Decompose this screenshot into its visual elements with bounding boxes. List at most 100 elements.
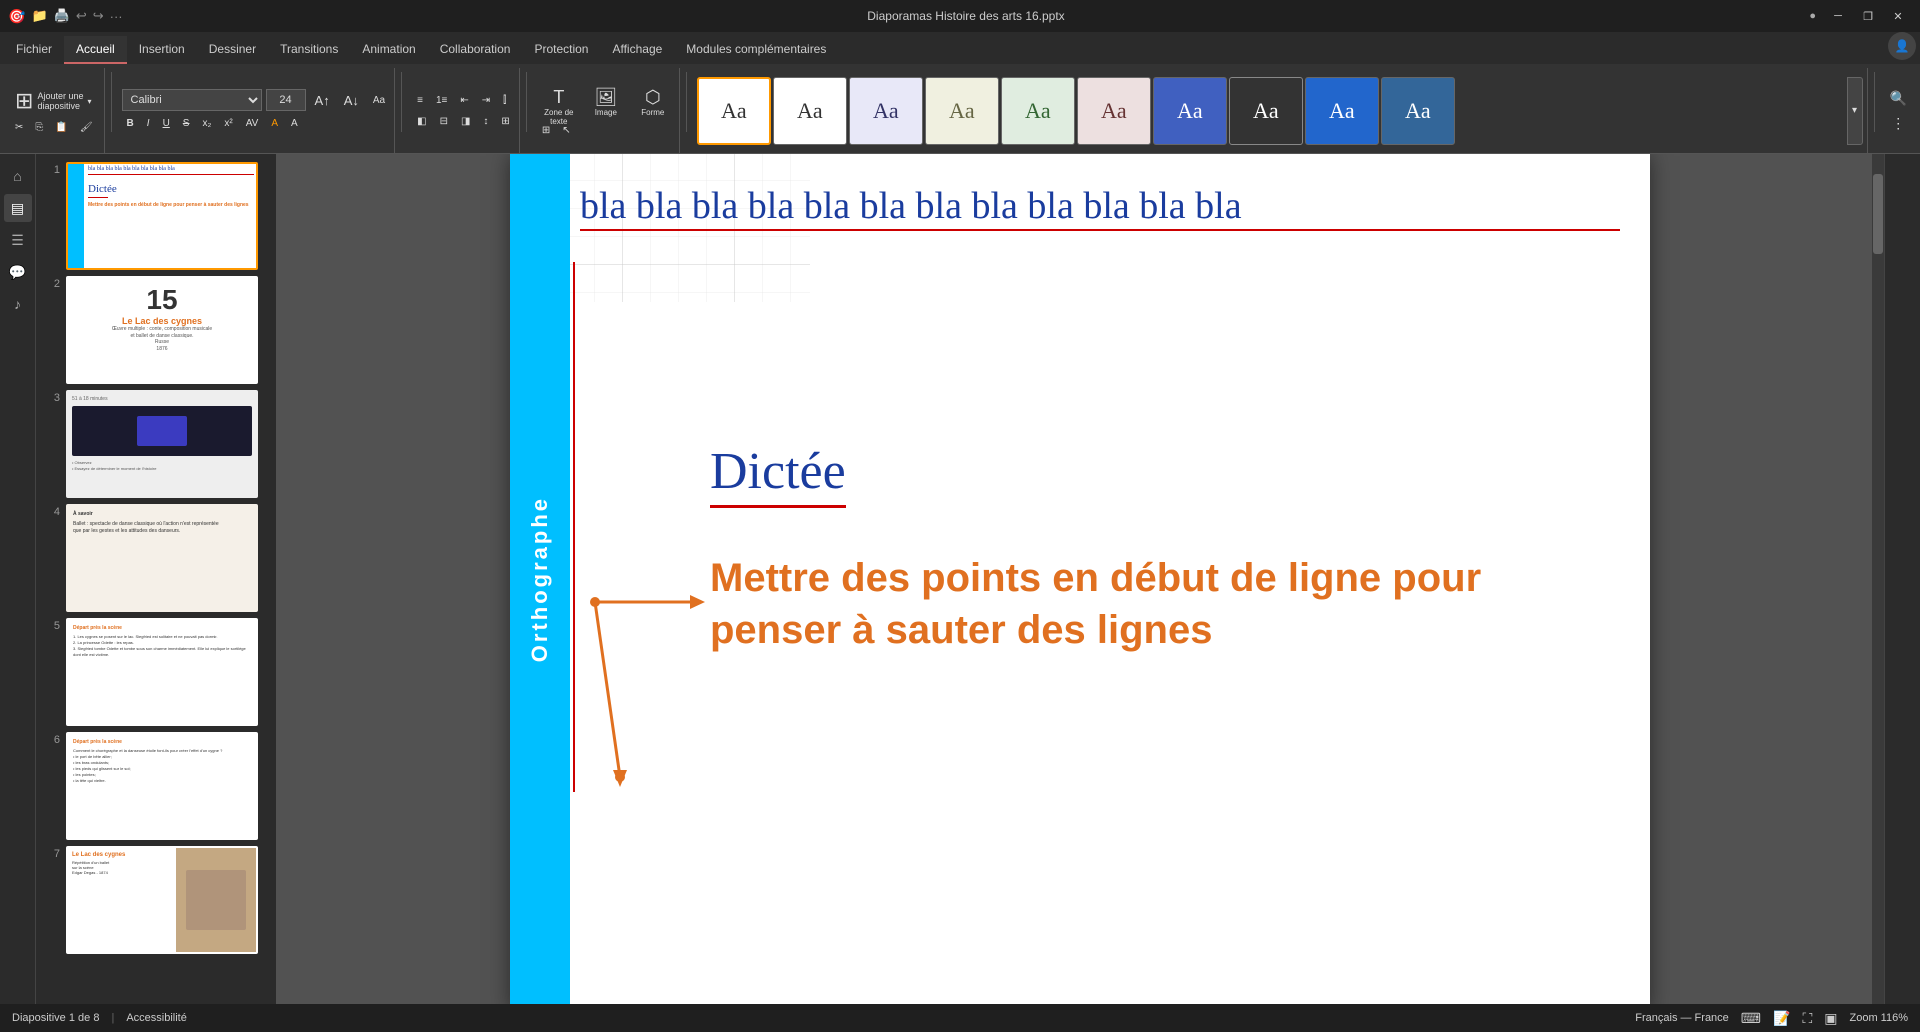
font-spacing-button[interactable]: AV xyxy=(241,115,264,132)
style-box-10[interactable]: Aa xyxy=(1381,77,1455,145)
tab-collaboration[interactable]: Collaboration xyxy=(428,36,523,64)
style-box-3[interactable]: Aa xyxy=(849,77,923,145)
main-area: ⌂ ▤ ☰ 💬 ♪ 1 bla bla bla bla bla bla bla … xyxy=(0,154,1920,1004)
text-direction-button[interactable]: ⊞ xyxy=(496,113,514,130)
nav-home-icon[interactable]: ⌂ xyxy=(4,162,32,190)
nav-slides-icon[interactable]: ▤ xyxy=(4,194,32,222)
keyboard-icon: ⌨ xyxy=(1741,1010,1761,1027)
slide4-label: À savoir xyxy=(73,511,251,518)
format-painter-button[interactable]: 🖌 xyxy=(75,119,98,136)
clear-format-button[interactable]: Aa xyxy=(368,92,390,109)
slide-thumb-4[interactable]: À savoir Ballet : spectacle de danse cla… xyxy=(66,504,258,612)
underline-button[interactable]: U xyxy=(158,115,175,132)
indent-decrease-button[interactable]: ⇤ xyxy=(455,92,473,109)
tab-insertion[interactable]: Insertion xyxy=(127,36,197,64)
superscript-button[interactable]: x² xyxy=(219,115,237,132)
align-left-button[interactable]: ◧ xyxy=(412,113,431,130)
tab-transitions[interactable]: Transitions xyxy=(268,36,350,64)
bullet-list-button[interactable]: ≡ xyxy=(412,92,428,109)
style-box-4[interactable]: Aa xyxy=(925,77,999,145)
line-spacing-button[interactable]: ↕ xyxy=(478,113,493,130)
normal-view-icon[interactable]: ▣ xyxy=(1824,1010,1837,1027)
find-button[interactable]: 🔍 xyxy=(1885,87,1912,110)
ribbon-row-small: ✂ ⎘ 📋 🖌 xyxy=(10,119,98,136)
tab-accueil[interactable]: Accueil xyxy=(64,36,127,64)
copy-button[interactable]: ⎘ xyxy=(30,119,48,136)
slide-item-3[interactable]: 3 51 à 18 minutes • Observez • Essayez d… xyxy=(44,390,268,498)
decrease-font-button[interactable]: A↓ xyxy=(339,90,364,111)
tab-modules[interactable]: Modules complémentaires xyxy=(674,36,838,64)
nav-notes-icon[interactable]: ♪ xyxy=(4,290,32,318)
notes-toggle-icon[interactable]: 📝 xyxy=(1773,1010,1790,1027)
slide-number-2: 2 xyxy=(44,278,60,290)
style-box-9[interactable]: Aa xyxy=(1305,77,1379,145)
cut-button[interactable]: ✂ xyxy=(10,119,28,136)
more-button[interactable]: ⋮ xyxy=(1886,112,1910,135)
slide-thumb-1[interactable]: bla bla bla bla bla bla bla bla bla bla … xyxy=(66,162,258,270)
align-right-button[interactable]: ◨ xyxy=(456,113,475,130)
shape-button[interactable]: ⬡ Forme xyxy=(631,82,675,120)
font-color-button[interactable]: A xyxy=(266,115,283,132)
bold-button[interactable]: B xyxy=(122,115,139,132)
strikethrough-button[interactable]: S xyxy=(178,115,195,132)
tab-protection[interactable]: Protection xyxy=(522,36,600,64)
slide7-label: Le Lac des cygnes xyxy=(72,852,172,858)
vertical-scrollbar[interactable] xyxy=(1872,154,1884,1004)
tab-animation[interactable]: Animation xyxy=(350,36,427,64)
slide-number-1: 1 xyxy=(44,164,60,176)
slide3-duration: 51 à 18 minutes xyxy=(72,396,252,402)
scrollbar-thumb[interactable] xyxy=(1873,174,1883,254)
slide-item-7[interactable]: 7 Le Lac des cygnes Répétition d'un ball… xyxy=(44,846,268,954)
numbered-list-button[interactable]: 1≡ xyxy=(431,92,452,109)
italic-button[interactable]: I xyxy=(142,115,155,132)
align-center-button[interactable]: ⊟ xyxy=(435,113,453,130)
slide-thumb-2[interactable]: 15 Le Lac des cygnes Œuvre multiple : co… xyxy=(66,276,258,384)
slide-thumb-7[interactable]: Le Lac des cygnes Répétition d'un ballet… xyxy=(66,846,258,954)
columns-button[interactable]: ⫿ xyxy=(498,92,511,109)
style-box-7[interactable]: Aa xyxy=(1153,77,1227,145)
tab-affichage[interactable]: Affichage xyxy=(600,36,674,64)
font-name-select[interactable]: Calibri xyxy=(122,89,262,111)
tab-dessiner[interactable]: Dessiner xyxy=(197,36,268,64)
slide-item-1[interactable]: 1 bla bla bla bla bla bla bla bla bla bl… xyxy=(44,162,268,270)
close-button[interactable]: ✕ xyxy=(1884,6,1912,26)
restore-button[interactable]: ❐ xyxy=(1854,6,1882,26)
slide5-label: Départ près la scène xyxy=(73,625,251,632)
font-size-input[interactable] xyxy=(266,89,306,111)
slide-thumb-3[interactable]: 51 à 18 minutes • Observez • Essayez de … xyxy=(66,390,258,498)
slide-item-5[interactable]: 5 Départ près la scène 1. Les cygnes se … xyxy=(44,618,268,726)
minimize-button[interactable]: ─ xyxy=(1824,6,1852,26)
bottom-bar: Diapositive 1 de 8 | Accessibilité Franç… xyxy=(0,1004,1920,1032)
slide-number-4: 4 xyxy=(44,506,60,518)
add-slide-dropdown-icon[interactable]: ▾ xyxy=(87,97,91,106)
account-icon[interactable]: 👤 xyxy=(1888,32,1916,60)
add-slide-button[interactable]: ⊞ Ajouter unediapositive ▾ xyxy=(10,85,98,117)
styles-more-button[interactable]: ▾ xyxy=(1847,77,1863,145)
separator-3 xyxy=(526,72,527,132)
arrange-button[interactable]: ⊞ xyxy=(537,122,555,139)
increase-font-button[interactable]: A↑ xyxy=(310,90,335,111)
style-box-6[interactable]: Aa xyxy=(1077,77,1151,145)
ribbon-group-paragraph: ≡ 1≡ ⇤ ⇥ ⫿ ◧ ⊟ ◨ ↕ ⊞ xyxy=(408,68,520,153)
indent-increase-button[interactable]: ⇥ xyxy=(477,92,495,109)
nav-comments-icon[interactable]: 💬 xyxy=(4,258,32,286)
slide-thumb-6[interactable]: Départ près la scène Comment le chorégra… xyxy=(66,732,258,840)
style-box-2[interactable]: Aa xyxy=(773,77,847,145)
style-box-5[interactable]: Aa xyxy=(1001,77,1075,145)
style-box-8[interactable]: Aa xyxy=(1229,77,1303,145)
image-button[interactable]: 🖼 Image xyxy=(584,82,628,120)
paste-button[interactable]: 📋 xyxy=(50,119,72,136)
slide-item-4[interactable]: 4 À savoir Ballet : spectacle de danse c… xyxy=(44,504,268,612)
highlight-button[interactable]: A xyxy=(286,115,303,132)
slide-item-2[interactable]: 2 15 Le Lac des cygnes Œuvre multiple : … xyxy=(44,276,268,384)
fit-slide-icon[interactable]: ⛶ xyxy=(1802,1010,1812,1027)
text-zone-button[interactable]: T Zone detexte xyxy=(537,82,581,120)
select-button[interactable]: ↖ xyxy=(557,122,575,139)
style-box-1[interactable]: Aa xyxy=(697,77,771,145)
slide-item-6[interactable]: 6 Départ près la scène Comment le chorég… xyxy=(44,732,268,840)
tab-fichier[interactable]: Fichier xyxy=(4,36,64,64)
styles-panel: Aa Aa Aa Aa Aa Aa Aa Aa xyxy=(697,77,1845,145)
subscript-button[interactable]: x₂ xyxy=(197,115,216,132)
slide-thumb-5[interactable]: Départ près la scène 1. Les cygnes se po… xyxy=(66,618,258,726)
nav-outline-icon[interactable]: ☰ xyxy=(4,226,32,254)
